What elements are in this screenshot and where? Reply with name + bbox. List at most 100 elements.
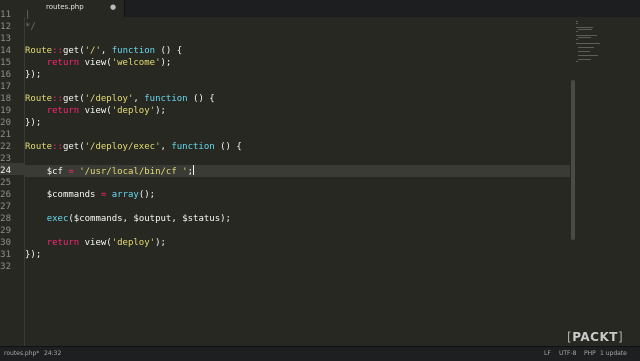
- code-token: return: [46, 238, 80, 248]
- line-number: 22: [0, 142, 11, 152]
- code-token: view(: [79, 58, 112, 68]
- code-line[interactable]: exec($commands, $output, $status);: [25, 213, 570, 225]
- minimap-line: [578, 51, 590, 52]
- code-editor[interactable]: | */Route::get('/', function () { return …: [25, 10, 570, 346]
- code-token: () {: [187, 94, 215, 104]
- code-line[interactable]: [25, 225, 570, 237]
- code-token: });: [25, 250, 42, 260]
- code-token: });: [25, 70, 42, 80]
- code-token: 'welcome': [111, 58, 161, 68]
- minimap-line: [576, 35, 597, 36]
- code-line[interactable]: $cf = '/usr/local/bin/cf ';: [25, 165, 570, 177]
- code-line[interactable]: */: [25, 21, 570, 33]
- code-token: ,: [133, 94, 145, 104]
- code-token: view(: [79, 238, 112, 248]
- code-token: get(: [62, 46, 85, 56]
- status-bar: routes.php* 24:32 LF UTF-8 PHP 1 update: [0, 346, 640, 361]
- code-token: '/deploy/exec': [84, 142, 161, 152]
- code-line[interactable]: [25, 261, 570, 273]
- code-token: Route: [25, 94, 53, 104]
- status-encoding[interactable]: UTF-8: [559, 350, 577, 357]
- code-line[interactable]: });: [25, 69, 570, 81]
- vertical-scrollbar[interactable]: [571, 80, 575, 240]
- status-line-ending[interactable]: LF: [544, 350, 551, 357]
- line-number: 30: [0, 238, 11, 248]
- code-line[interactable]: return view('welcome');: [25, 57, 570, 69]
- line-number: 32: [0, 262, 11, 272]
- minimap-line: [576, 21, 578, 22]
- code-line[interactable]: |: [25, 9, 570, 21]
- code-token: */: [25, 22, 36, 32]
- line-number: 29: [0, 226, 11, 236]
- code-token: '/deploy': [84, 94, 134, 104]
- line-number: 23: [0, 154, 11, 164]
- status-cursor-position[interactable]: 24:32: [44, 350, 61, 357]
- status-file-name[interactable]: routes.php*: [4, 350, 39, 357]
- code-token: exec: [46, 214, 69, 224]
- watermark-close-bracket: ]: [617, 330, 624, 344]
- code-line[interactable]: return view('deploy');: [25, 105, 570, 117]
- status-grammar[interactable]: PHP: [584, 350, 596, 357]
- code-token: get(: [62, 142, 85, 152]
- code-token: ();: [138, 190, 156, 200]
- code-line[interactable]: [25, 129, 570, 141]
- code-token: );: [220, 214, 231, 224]
- code-token: ::: [52, 94, 63, 104]
- code-token: =: [62, 167, 80, 177]
- code-token: ,: [160, 142, 172, 152]
- packt-watermark: [PACKT]: [567, 330, 623, 344]
- code-token: array: [111, 190, 139, 200]
- minimap-line: [578, 47, 595, 48]
- code-token: ,: [100, 46, 112, 56]
- code-token: 'deploy': [111, 238, 156, 248]
- code-token: =: [95, 190, 112, 200]
- code-line[interactable]: [25, 201, 570, 213]
- minimap-line: [576, 39, 578, 40]
- code-token: );: [155, 238, 166, 248]
- code-line[interactable]: [25, 81, 570, 93]
- line-number: 31: [0, 250, 11, 260]
- line-number: 19: [0, 106, 11, 116]
- line-number: 13: [0, 34, 11, 44]
- code-token: ,: [122, 214, 134, 224]
- status-updates[interactable]: 1 update: [600, 350, 627, 357]
- line-number: 18: [0, 94, 11, 104]
- line-number: 11: [0, 10, 11, 20]
- code-line[interactable]: Route::get('/deploy/exec', function () {: [25, 141, 570, 153]
- line-number: 20: [0, 118, 11, 128]
- minimap[interactable]: [570, 17, 640, 346]
- line-number: 26: [0, 190, 11, 200]
- code-token: );: [155, 106, 166, 116]
- code-line[interactable]: [25, 177, 570, 189]
- code-line[interactable]: [25, 33, 570, 45]
- watermark-text: PACKT: [572, 330, 618, 344]
- code-line[interactable]: [25, 153, 570, 165]
- code-line[interactable]: });: [25, 117, 570, 129]
- code-token: get(: [62, 94, 85, 104]
- code-token: ,: [171, 214, 183, 224]
- line-number-gutter: 11 12 13 14 15 16 17 18 19 20 21 22 23 24 25 26 27 28 29 30…: [0, 10, 25, 346]
- code-token: function: [111, 46, 156, 56]
- line-number: 16: [0, 70, 11, 80]
- code-line[interactable]: Route::get('/', function () {: [25, 45, 570, 57]
- code-token: function: [144, 94, 188, 104]
- code-line[interactable]: Route::get('/deploy', function () {: [25, 93, 570, 105]
- minimap-line: [578, 59, 592, 60]
- code-token: $output: [133, 214, 172, 224]
- line-number: 25: [0, 178, 11, 188]
- minimap-line: [578, 29, 592, 30]
- code-token: () {: [155, 46, 183, 56]
- code-line[interactable]: return view('deploy');: [25, 237, 570, 249]
- code-line[interactable]: });: [25, 249, 570, 261]
- minimap-line: [576, 27, 594, 28]
- code-token: $status: [182, 214, 221, 224]
- code-line[interactable]: $commands = array();: [25, 189, 570, 201]
- code-token: $commands: [73, 214, 123, 224]
- minimap-line: [576, 23, 578, 24]
- code-token: '/': [84, 46, 101, 56]
